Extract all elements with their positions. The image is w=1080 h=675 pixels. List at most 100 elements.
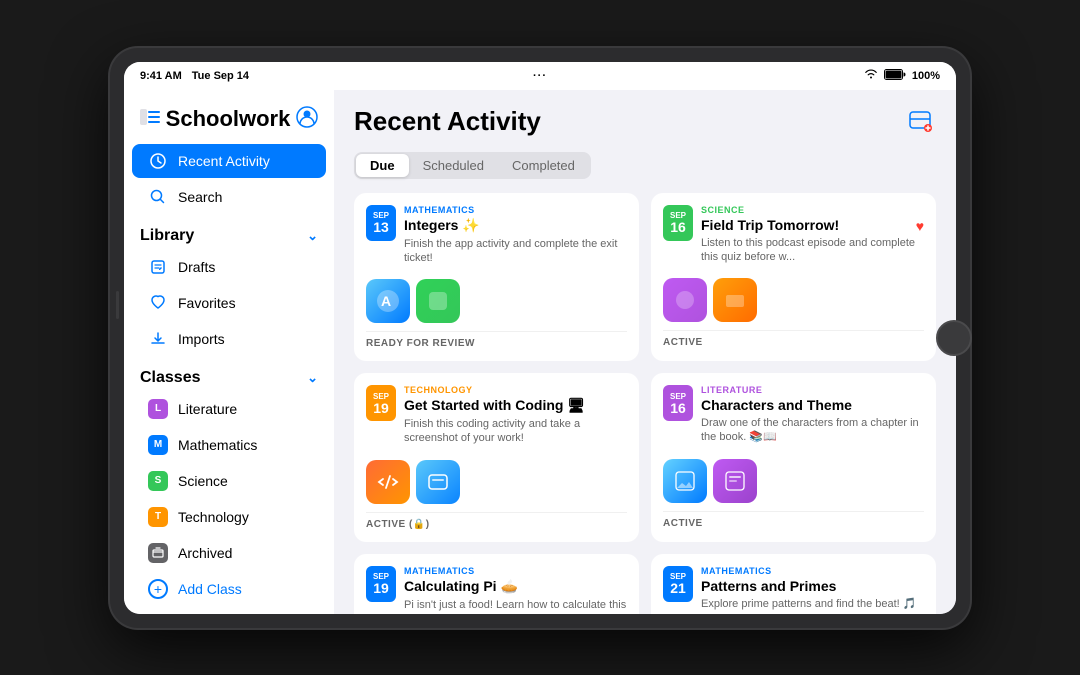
tab-completed[interactable]: Completed <box>498 154 589 177</box>
library-chevron-icon[interactable]: ⌄ <box>307 228 318 244</box>
app-icon-1: A <box>366 279 410 323</box>
card-integers-day: 13 <box>373 220 389 234</box>
side-button <box>116 291 119 319</box>
card-coding-date: SEP 19 <box>366 385 396 421</box>
battery-pct: 100% <box>912 70 940 82</box>
card-coding-subject: TECHNOLOGY <box>404 385 627 395</box>
card-primes-subject: MATHEMATICS <box>701 566 924 576</box>
main-title: Recent Activity <box>354 106 541 137</box>
card-characters-desc: Draw one of the characters from a chapte… <box>701 416 924 445</box>
card-coding-info: TECHNOLOGY Get Started with Coding 🖥 Fin… <box>404 385 627 446</box>
tablet-device: 9:41 AM Tue Sep 14 ··· <box>110 48 970 628</box>
search-icon <box>148 187 168 207</box>
card-integers-desc: Finish the app activity and complete the… <box>404 237 627 266</box>
card-field-trip-date: SEP 16 <box>663 205 693 241</box>
nav-imports[interactable]: Imports <box>132 322 326 356</box>
segment-control: Due Scheduled Completed <box>354 152 591 179</box>
home-button[interactable] <box>936 320 972 356</box>
card-pi-day: 19 <box>373 581 389 595</box>
classes-section-header: Classes ⌄ <box>124 357 334 391</box>
card-field-trip[interactable]: SEP 16 SCIENCE Field Trip Tomorrow! ♥ Li… <box>651 193 936 362</box>
card-integers-status: READY FOR REVIEW <box>366 331 627 349</box>
card-integers-info: MATHEMATICS Integers ✨ Finish the app ac… <box>404 205 627 266</box>
card-characters-top: SEP 16 LITERATURE Characters and Theme D… <box>663 385 924 445</box>
nav-search-label: Search <box>178 189 222 205</box>
archived-label: Archived <box>178 545 232 561</box>
nav-science[interactable]: S Science <box>132 464 326 498</box>
app-icon-7 <box>663 459 707 503</box>
card-field-trip-apps <box>663 278 924 322</box>
card-primes-day: 21 <box>670 581 686 595</box>
card-characters-status: ACTIVE <box>663 511 924 529</box>
nav-mathematics[interactable]: M Mathematics <box>132 428 326 462</box>
sidebar-footer: Updating... <box>124 607 334 614</box>
battery-icon <box>884 69 906 83</box>
nav-recent-label: Recent Activity <box>178 153 270 169</box>
classes-label: Classes <box>140 369 201 387</box>
main-content: Recent Activity Due Scheduled Comp <box>334 90 956 614</box>
app-icon-8 <box>713 459 757 503</box>
card-characters-apps <box>663 459 924 503</box>
sidebar-toggle-icon[interactable] <box>140 109 160 130</box>
drafts-label: Drafts <box>178 259 215 275</box>
nav-recent-activity[interactable]: Recent Activity <box>132 144 326 178</box>
card-field-trip-day: 16 <box>670 220 686 234</box>
card-primes-date: SEP 21 <box>663 566 693 602</box>
nav-literature[interactable]: L Literature <box>132 392 326 426</box>
card-coding-top: SEP 19 TECHNOLOGY Get Started with Codin… <box>366 385 627 446</box>
card-characters-date: SEP 16 <box>663 385 693 421</box>
literature-dot: L <box>148 399 168 419</box>
add-class-label: Add Class <box>178 581 242 597</box>
nav-archived[interactable]: Archived <box>132 536 326 570</box>
sidebar: Schoolwork <box>124 90 334 614</box>
tab-scheduled[interactable]: Scheduled <box>409 154 498 177</box>
sidebar-header: Schoolwork <box>124 106 334 143</box>
filter-icon[interactable] <box>904 106 936 138</box>
main-header: Recent Activity <box>354 106 936 138</box>
card-field-trip-title: Field Trip Tomorrow! <box>701 217 839 233</box>
card-integers-subject: MATHEMATICS <box>404 205 627 215</box>
favorites-icon <box>148 293 168 313</box>
card-primes[interactable]: SEP 21 MATHEMATICS Patterns and Primes E… <box>651 554 936 614</box>
card-characters-info: LITERATURE Characters and Theme Draw one… <box>701 385 924 445</box>
card-pi-date: SEP 19 <box>366 566 396 602</box>
card-pi-top: SEP 19 MATHEMATICS Calculating Pi 🥧 Pi i… <box>366 566 627 614</box>
nav-search[interactable]: Search <box>132 180 326 214</box>
card-integers[interactable]: SEP 13 MATHEMATICS Integers ✨ Finish the… <box>354 193 639 362</box>
card-primes-title: Patterns and Primes <box>701 578 924 594</box>
favorites-label: Favorites <box>178 295 236 311</box>
classes-chevron-icon[interactable]: ⌄ <box>307 370 318 386</box>
app-icon-5 <box>366 460 410 504</box>
nav-drafts[interactable]: Drafts <box>132 250 326 284</box>
card-pi-desc: Pi isn't just a food! Learn how to calcu… <box>404 598 627 614</box>
card-coding-apps <box>366 460 627 504</box>
card-pi[interactable]: SEP 19 MATHEMATICS Calculating Pi 🥧 Pi i… <box>354 554 639 614</box>
technology-label: Technology <box>178 509 249 525</box>
profile-icon[interactable] <box>296 106 318 133</box>
tablet-screen: 9:41 AM Tue Sep 14 ··· <box>124 62 956 614</box>
add-class-button[interactable]: + Add Class <box>132 572 326 606</box>
science-label: Science <box>178 473 228 489</box>
tab-due[interactable]: Due <box>356 154 409 177</box>
science-dot: S <box>148 471 168 491</box>
card-field-trip-top: SEP 16 SCIENCE Field Trip Tomorrow! ♥ Li… <box>663 205 924 265</box>
app-icon-2 <box>416 279 460 323</box>
technology-dot: T <box>148 507 168 527</box>
card-coding-status: ACTIVE (🔒) <box>366 512 627 530</box>
card-characters-title: Characters and Theme <box>701 397 924 413</box>
status-bar-left: 9:41 AM Tue Sep 14 <box>140 70 249 82</box>
card-coding[interactable]: SEP 19 TECHNOLOGY Get Started with Codin… <box>354 373 639 542</box>
nav-favorites[interactable]: Favorites <box>132 286 326 320</box>
mathematics-label: Mathematics <box>178 437 257 453</box>
literature-label: Literature <box>178 401 237 417</box>
library-label: Library <box>140 227 194 245</box>
library-section-header: Library ⌄ <box>124 215 334 249</box>
svg-text:A: A <box>381 293 391 309</box>
card-characters[interactable]: SEP 16 LITERATURE Characters and Theme D… <box>651 373 936 542</box>
card-characters-subject: LITERATURE <box>701 385 924 395</box>
card-field-trip-subject: SCIENCE <box>701 205 924 215</box>
nav-technology[interactable]: T Technology <box>132 500 326 534</box>
add-class-icon: + <box>148 579 168 599</box>
card-primes-info: MATHEMATICS Patterns and Primes Explore … <box>701 566 924 611</box>
card-coding-title: Get Started with Coding 🖥 <box>404 397 627 414</box>
